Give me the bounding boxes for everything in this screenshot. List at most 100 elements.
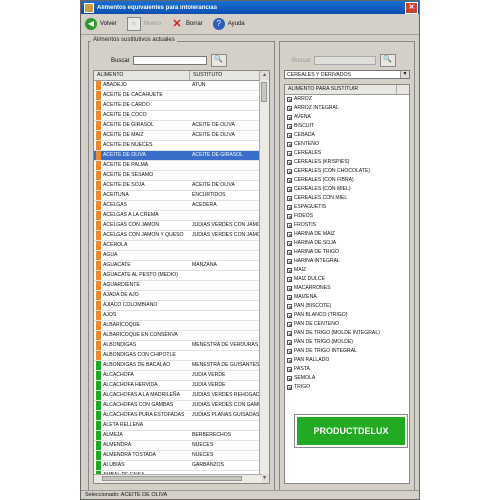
right-search-input[interactable] (313, 56, 376, 65)
list-item[interactable]: ✕ MAIZENA (285, 293, 409, 302)
table-row[interactable]: ACEITE DE SOJA ACEITE DE OLIVA (94, 181, 269, 191)
list-item[interactable]: ✕ HARINA INTEGRAL (285, 257, 409, 266)
list-item[interactable]: ✕ MACARRONES (285, 284, 409, 293)
list-item[interactable]: ✕ HARINA DE SOJA (285, 239, 409, 248)
list-item[interactable]: ✕ CEREALES (KRISPIES) (285, 158, 409, 167)
list-item[interactable]: ✕ CEREALES (CON MIEL) (285, 185, 409, 194)
table-row[interactable]: ALCACHOFAS CON GAMBAS JUDIAS VERDES CON G… (94, 401, 269, 411)
checkbox-icon[interactable]: ✕ (287, 385, 292, 391)
back-button[interactable]: ◀ Volver (85, 18, 117, 30)
checkbox-icon[interactable]: ✕ (287, 340, 292, 346)
table-row[interactable]: ACEITE DE MAIZ ACEITE DE OLIVA (94, 131, 269, 141)
list-item[interactable]: ✕ PAN (BISCOTE) (285, 302, 409, 311)
horizontal-scroll-thumb[interactable] (102, 476, 242, 481)
list-item[interactable]: ✕ CEREALES (CON CHOCOLATE) (285, 167, 409, 176)
table-row[interactable]: ALMENDRA TOSTADA NUECES (94, 451, 269, 461)
table-row[interactable]: ALMEJA BERBERECHOS (94, 431, 269, 441)
checkbox-icon[interactable]: ✕ (287, 367, 292, 373)
chevron-down-icon[interactable]: ▼ (400, 71, 409, 78)
list-item[interactable]: ✕ MAIZ (285, 266, 409, 275)
checkbox-icon[interactable]: ✕ (287, 133, 292, 139)
table-row[interactable]: ACEITUNA ENCURTIDOS (94, 191, 269, 201)
table-row[interactable]: ALBONDIGAS DE BACALAO MENESTRA DE GUISANT… (94, 361, 269, 371)
table-row[interactable]: ALUBIAS GARBANZOS (94, 461, 269, 471)
table-row[interactable]: AGUACATE AL PESTO (MEDIO) (94, 271, 269, 281)
new-button[interactable]: ▫ Nuevo (126, 17, 161, 31)
list-item[interactable]: ✕ PAN RALLADO (285, 356, 409, 365)
checkbox-icon[interactable]: ✕ (287, 331, 292, 337)
table-row[interactable]: ALBARICOQUE EN CONSERVA (94, 331, 269, 341)
list-item[interactable]: ✕ CEREALES (285, 149, 409, 158)
checkbox-icon[interactable]: ✕ (287, 115, 292, 121)
table-row[interactable]: ALCACHOFA HERVIDA JUDIA VERDE (94, 381, 269, 391)
checkbox-icon[interactable]: ✕ (287, 178, 292, 184)
table-row[interactable]: AJADA DE AJO (94, 291, 269, 301)
checkbox-icon[interactable]: ✕ (287, 160, 292, 166)
table-row[interactable]: ALCACHOFAS PURA ESTOFADAS JUDIAS PLANAS G… (94, 411, 269, 421)
scroll-up-icon[interactable]: ▲ (260, 71, 269, 80)
list-item[interactable]: ✕ ARROZ INTEGRAL (285, 104, 409, 113)
checkbox-icon[interactable]: ✕ (287, 313, 292, 319)
list-item[interactable]: ✕ PASTA (285, 365, 409, 374)
checkbox-icon[interactable]: ✕ (287, 232, 292, 238)
table-row[interactable]: AGUARDIENTE (94, 281, 269, 291)
list-item[interactable]: ✕ ESPAGUETIS (285, 203, 409, 212)
table-row[interactable]: ALETA RELLENA (94, 421, 269, 431)
right-search-button[interactable]: 🔍 (379, 54, 396, 67)
table-row[interactable]: ACEITE DE COCO (94, 111, 269, 121)
table-row[interactable]: AJIACO COLOMBIANO (94, 301, 269, 311)
checkbox-icon[interactable]: ✕ (287, 286, 292, 292)
checkbox-icon[interactable]: ✕ (287, 151, 292, 157)
checkbox-icon[interactable]: ✕ (287, 223, 292, 229)
checkbox-icon[interactable]: ✕ (287, 241, 292, 247)
checkbox-icon[interactable]: ✕ (287, 259, 292, 265)
vertical-scrollbar[interactable]: ▲ ▼ (259, 71, 269, 483)
table-row[interactable]: ABADEJO ATUN (94, 81, 269, 91)
help-button[interactable]: ? Ayuda (212, 18, 245, 30)
list-item[interactable]: ✕ HARINA DE MAIZ (285, 230, 409, 239)
table-row[interactable]: AJOS (94, 311, 269, 321)
left-search-input[interactable] (132, 56, 207, 65)
list-item[interactable]: ✕ MAIZ DULCE (285, 275, 409, 284)
table-row[interactable]: ALBONDIGAS CON CHIPOTLE (94, 351, 269, 361)
table-row[interactable]: ALCACHOFA JUDIA VERDE (94, 371, 269, 381)
checkbox-icon[interactable]: ✕ (287, 205, 292, 211)
checkbox-icon[interactable]: ✕ (287, 196, 292, 202)
column-header-substitute[interactable]: SUSTITUTO (190, 71, 260, 80)
list-item[interactable]: ✕ CENTENO (285, 140, 409, 149)
checkbox-icon[interactable]: ✕ (287, 169, 292, 175)
list-item[interactable]: ✕ FIDEOS (285, 212, 409, 221)
close-icon[interactable]: ✕ (405, 1, 418, 14)
table-row[interactable]: ACEITE DE SESAMO (94, 171, 269, 181)
table-row[interactable]: ACEITE DE PALMA (94, 161, 269, 171)
column-header-food-to-substitute[interactable]: ALIMENTO PARA SUSTITUIR (285, 85, 397, 94)
table-row[interactable]: ACEITE DE CACAHUETE (94, 91, 269, 101)
table-row[interactable]: AGUA (94, 251, 269, 261)
scroll-thumb[interactable] (261, 82, 267, 102)
table-row[interactable]: ACEITE DE NUECES (94, 141, 269, 151)
checkbox-icon[interactable]: ✕ (287, 214, 292, 220)
table-row[interactable]: ALBONDIGAS MENESTRA DE VERDURAS (94, 341, 269, 351)
table-row[interactable]: ACELGAS CON JAMON Y QUESO JUDIAS VERDES C… (94, 231, 269, 241)
horizontal-scrollbar[interactable] (94, 474, 262, 483)
checkbox-icon[interactable]: ✕ (287, 295, 292, 301)
table-row[interactable]: ACEITE DE GIRASOL ACEITE DE OLIVA (94, 121, 269, 131)
table-row[interactable]: ACELGAS CON JAMON JUDIAS VERDES CON JAMON (94, 221, 269, 231)
checkbox-icon[interactable]: ✕ (287, 106, 292, 112)
list-item[interactable]: ✕ PAN DE TRIGO (MOLDE) (285, 338, 409, 347)
list-item[interactable]: ✕ CEREALES (CON FIBRA) (285, 176, 409, 185)
checkbox-icon[interactable]: ✕ (287, 268, 292, 274)
table-row[interactable]: ACELGAS A LA CREMA (94, 211, 269, 221)
list-item[interactable]: ✕ PAN BLANCO (TRIGO) (285, 311, 409, 320)
table-row[interactable]: ACEITE DE CARDO (94, 101, 269, 111)
column-header-food[interactable]: ALIMENTO (94, 71, 190, 80)
checkbox-icon[interactable]: ✕ (287, 322, 292, 328)
list-item[interactable]: ✕ HARINA DE TRIGO (285, 248, 409, 257)
table-row[interactable]: ACEROLA (94, 241, 269, 251)
category-select[interactable]: CEREALES Y DERIVADOS ▼ (284, 70, 410, 79)
table-row[interactable]: ACEITE DE OLIVA ACEITE DE GIRASOL (94, 151, 269, 161)
checkbox-icon[interactable]: ✕ (287, 277, 292, 283)
list-item[interactable]: ✕ PAN DE CENTENO (285, 320, 409, 329)
checkbox-icon[interactable]: ✕ (287, 124, 292, 130)
checkbox-icon[interactable]: ✕ (287, 97, 292, 103)
